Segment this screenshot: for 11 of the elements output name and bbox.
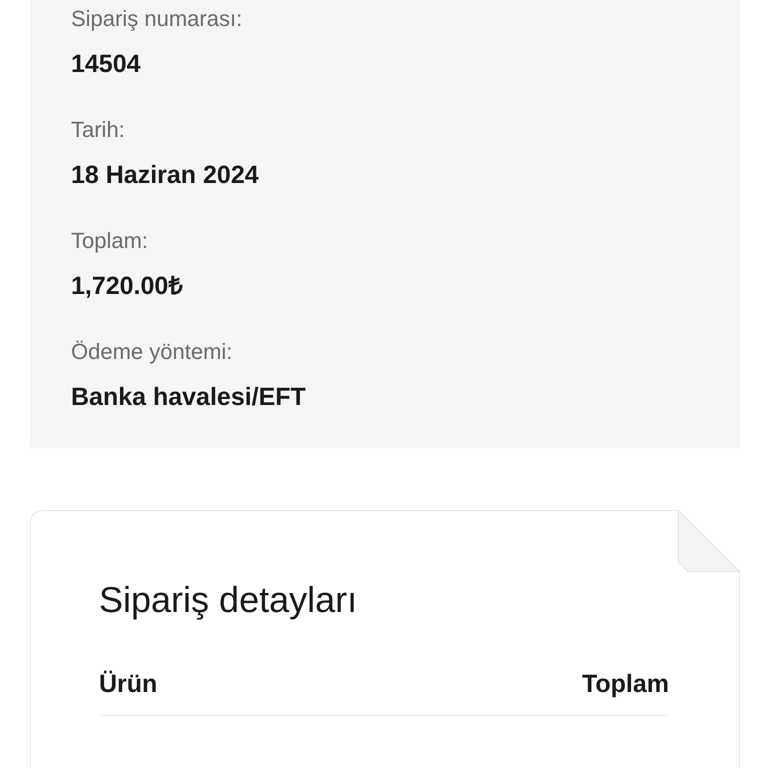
column-header: Toplam [582, 669, 669, 700]
field-value: 14504 [71, 49, 141, 80]
field-value: Banka havalesi/EFT [71, 382, 306, 413]
field-label: Toplam: [71, 227, 148, 255]
column-header: Ürün [99, 669, 158, 700]
field-value: 1,720.00₺ [71, 271, 182, 302]
field-label: Ödeme yöntemi: [71, 338, 232, 366]
field-value: 18 Haziran 2024 [71, 160, 259, 191]
field-label: Sipariş numarası: [71, 5, 242, 33]
field-label: Tarih: [71, 116, 125, 144]
section-title: Sipariş detayları [99, 578, 358, 622]
